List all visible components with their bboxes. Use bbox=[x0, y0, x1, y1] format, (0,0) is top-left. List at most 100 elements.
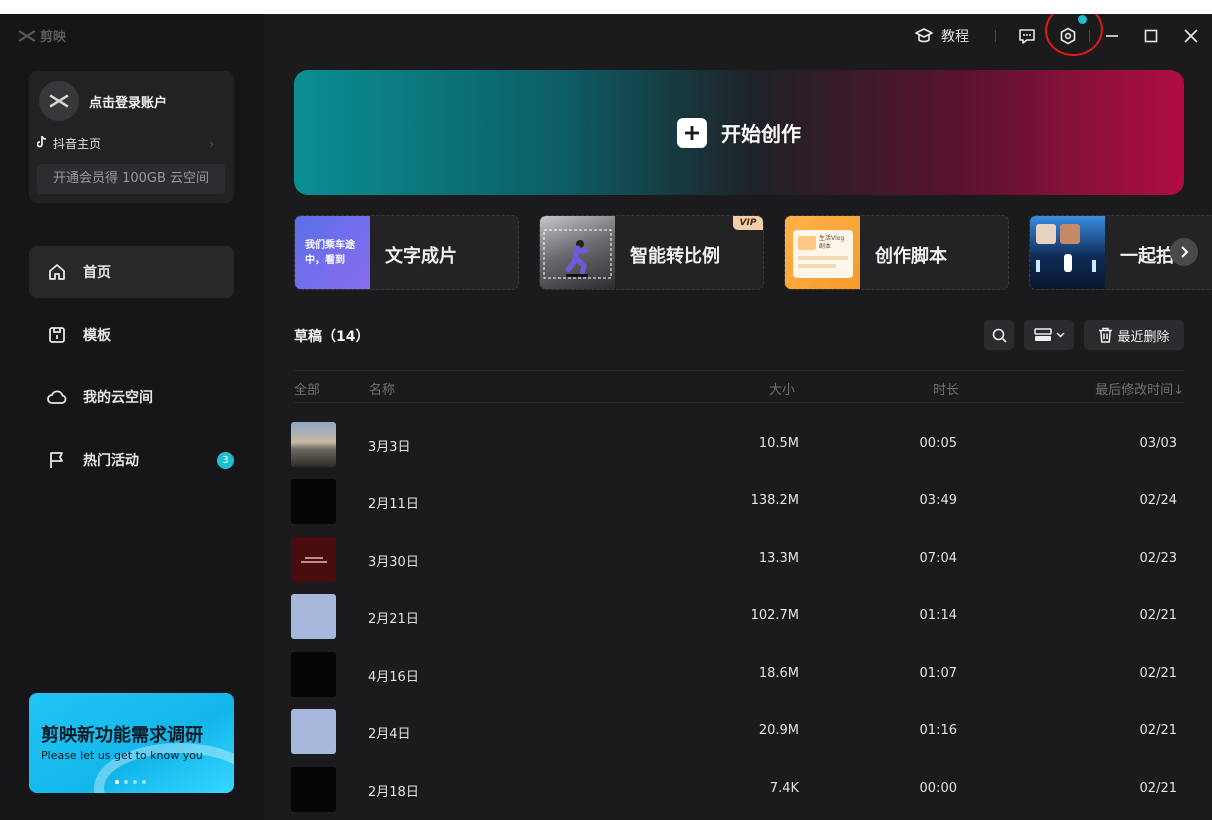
search-icon bbox=[992, 328, 1007, 343]
draft-modified: 02/23 bbox=[1139, 551, 1177, 566]
douyin-label: 抖音主页 bbox=[53, 137, 102, 151]
capcut-avatar-icon bbox=[49, 94, 69, 108]
douyin-homepage-link[interactable]: 抖音主页 › bbox=[36, 135, 214, 152]
tool-thumbnail: 生活Vlog 剧本 bbox=[785, 216, 860, 289]
drafts-table-header: 全部 名称 大小 时长 最后修改时间↓ bbox=[294, 370, 1184, 403]
search-button[interactable] bbox=[984, 320, 1014, 350]
app-logo: 剪映 bbox=[18, 26, 66, 45]
sidebar-item-templates[interactable]: 模板 bbox=[29, 309, 234, 361]
recently-deleted-button[interactable]: 最近删除 bbox=[1084, 320, 1184, 350]
survey-title: 剪映新功能需求调研 bbox=[41, 725, 203, 746]
duration-column-header[interactable]: 时长 bbox=[933, 379, 959, 398]
draft-modified: 02/24 bbox=[1139, 493, 1177, 508]
app-logo-text: 剪映 bbox=[40, 30, 67, 45]
draft-size: 18.6M bbox=[758, 666, 799, 681]
plus-icon bbox=[677, 117, 707, 148]
toolbar-divider bbox=[1089, 30, 1090, 42]
trash-icon bbox=[1099, 327, 1113, 343]
tutorial-button[interactable]: 教程 bbox=[915, 26, 969, 46]
tool-thumbnail bbox=[1030, 216, 1105, 289]
chevron-right-icon: › bbox=[209, 136, 214, 151]
title-bar: 教程 bbox=[264, 14, 1212, 59]
draft-thumbnail[interactable] bbox=[291, 652, 336, 697]
annotation-circle bbox=[1042, 14, 1106, 59]
draft-row[interactable]: 4月16日 18.6M 01:07 02/21 bbox=[291, 652, 1184, 697]
draft-size: 10.5M bbox=[758, 436, 799, 451]
close-button[interactable] bbox=[1180, 25, 1202, 47]
carousel-dot[interactable] bbox=[115, 780, 119, 784]
draft-row[interactable]: 2月11日 138.2M 03:49 02/24 bbox=[291, 479, 1184, 524]
size-column-header[interactable]: 大小 bbox=[769, 379, 795, 398]
minimize-button[interactable] bbox=[1101, 25, 1123, 47]
tool-thumbnail bbox=[540, 216, 615, 289]
draft-row[interactable]: 2月4日 20.9M 01:16 02/21 bbox=[291, 709, 1184, 754]
select-all-column[interactable]: 全部 bbox=[294, 379, 320, 398]
account-card: 点击登录账户 抖音主页 › 开通会员得 100GB 云空间 bbox=[29, 71, 234, 203]
skater-illustration bbox=[543, 229, 612, 279]
draft-row[interactable]: 3月30日 13.3M 07:04 02/23 bbox=[291, 537, 1184, 582]
draft-row[interactable]: 2月18日 7.4K 00:00 02/21 bbox=[291, 767, 1184, 812]
tool-smart-ratio[interactable]: 智能转比例 VIP bbox=[539, 215, 764, 290]
draft-size: 7.4K bbox=[769, 781, 799, 796]
draft-name: 2月21日 bbox=[368, 612, 419, 627]
draft-modified: 02/21 bbox=[1139, 608, 1177, 623]
carousel-dot[interactable] bbox=[133, 780, 137, 784]
draft-thumbnail[interactable] bbox=[291, 709, 336, 754]
draft-thumbnail[interactable] bbox=[291, 767, 336, 812]
name-column-header[interactable]: 名称 bbox=[369, 379, 395, 398]
feedback-button[interactable] bbox=[1016, 25, 1038, 47]
draft-duration: 07:04 bbox=[919, 551, 957, 566]
sidebar: 剪映 点击登录账户 抖音主页 › 开通会员得 100GB 云空间 首页 模板 我… bbox=[0, 14, 264, 820]
chevron-down-icon bbox=[1055, 332, 1065, 338]
draft-size: 20.9M bbox=[758, 723, 799, 738]
survey-banner[interactable]: 剪映新功能需求调研 Please let us get to know you bbox=[29, 693, 234, 793]
draft-row[interactable]: 2月21日 102.7M 01:14 02/21 bbox=[291, 594, 1184, 639]
start-creating-button[interactable]: 开始创作 bbox=[294, 70, 1184, 195]
logo-icon bbox=[18, 29, 36, 42]
login-link[interactable]: 点击登录账户 bbox=[89, 92, 167, 111]
tools-carousel: 我们乘车途中，看到 文字成片 智能转比例 VIP 生活Vlog 剧本 创作脚本 bbox=[294, 215, 1212, 291]
draft-duration: 00:05 bbox=[919, 436, 957, 451]
draft-name: 2月11日 bbox=[368, 497, 419, 512]
view-mode-dropdown[interactable] bbox=[1024, 320, 1074, 350]
draft-duration: 03:49 bbox=[919, 493, 957, 508]
avatar[interactable] bbox=[39, 81, 79, 121]
draft-thumbnail[interactable] bbox=[291, 594, 336, 639]
draft-name: 2月4日 bbox=[368, 727, 411, 742]
draft-modified: 02/21 bbox=[1139, 781, 1177, 796]
draft-thumbnail[interactable] bbox=[291, 422, 336, 467]
draft-modified: 02/21 bbox=[1139, 666, 1177, 681]
thumb-caption: 我们乘车途中，看到 bbox=[305, 240, 355, 266]
draft-name: 3月30日 bbox=[368, 555, 419, 570]
carousel-next-button[interactable] bbox=[1170, 238, 1198, 266]
capcut-window: 剪映 点击登录账户 抖音主页 › 开通会员得 100GB 云空间 首页 模板 我… bbox=[0, 14, 1212, 820]
tool-text-to-video[interactable]: 我们乘车途中，看到 文字成片 bbox=[294, 215, 519, 290]
draft-duration: 01:16 bbox=[919, 723, 957, 738]
vip-promo-button[interactable]: 开通会员得 100GB 云空间 bbox=[37, 164, 225, 194]
carousel-dots[interactable] bbox=[115, 780, 146, 784]
maximize-button[interactable] bbox=[1140, 25, 1162, 47]
sidebar-item-home[interactable]: 首页 bbox=[29, 246, 234, 298]
modified-column-header[interactable]: 最后修改时间↓ bbox=[1095, 379, 1184, 398]
sidebar-item-cloud[interactable]: 我的云空间 bbox=[29, 371, 234, 423]
douyin-icon bbox=[36, 135, 47, 151]
sidebar-item-label: 模板 bbox=[83, 327, 111, 344]
tool-thumbnail: 我们乘车途中，看到 bbox=[295, 216, 370, 289]
graduation-cap-icon bbox=[915, 28, 933, 43]
sidebar-item-events[interactable]: 热门活动 3 bbox=[29, 434, 234, 486]
carousel-dot[interactable] bbox=[124, 780, 128, 784]
minimize-icon bbox=[1106, 35, 1118, 37]
draft-thumbnail[interactable] bbox=[291, 479, 336, 524]
tool-label: 一起拍 bbox=[1120, 246, 1174, 267]
draft-row[interactable]: 3月3日 10.5M 00:05 03/03 bbox=[291, 422, 1184, 467]
feedback-icon bbox=[1019, 28, 1035, 44]
sidebar-item-label: 我的云空间 bbox=[83, 390, 153, 406]
tool-label: 创作脚本 bbox=[875, 246, 947, 267]
carousel-dot[interactable] bbox=[142, 780, 146, 784]
template-icon bbox=[47, 325, 67, 345]
draft-thumbnail[interactable] bbox=[291, 537, 336, 582]
survey-subtitle: Please let us get to know you bbox=[41, 749, 203, 762]
draft-duration: 00:00 bbox=[919, 781, 957, 796]
draft-size: 102.7M bbox=[750, 608, 799, 623]
tool-script[interactable]: 生活Vlog 剧本 创作脚本 bbox=[784, 215, 1009, 290]
